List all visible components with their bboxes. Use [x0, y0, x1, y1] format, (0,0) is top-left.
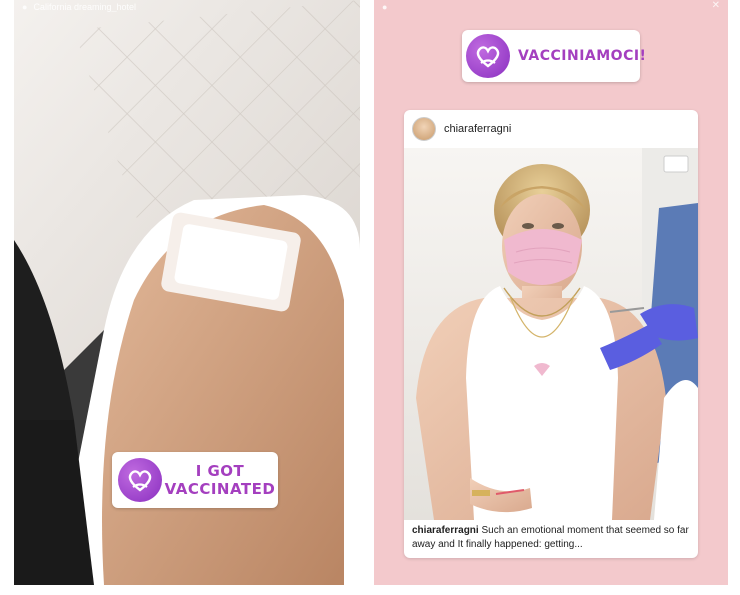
post-photo [404, 148, 698, 520]
vaccination-photo [404, 148, 698, 520]
close-icon[interactable]: ✕ [712, 0, 720, 11]
caption-username[interactable]: chiaraferragni [412, 525, 479, 536]
avatar[interactable]: ● [382, 2, 387, 12]
right-story-panel: ● ✕ VACCINIAMOCI! chiaraferragni chiaraf… [374, 0, 728, 585]
avatar[interactable] [412, 117, 436, 141]
shared-post-card[interactable]: chiaraferragni chiaraferragni Such an em… [404, 110, 698, 558]
post-username[interactable]: chiaraferragni [444, 123, 511, 135]
heart-logo-icon [466, 34, 510, 78]
vaccinated-sticker[interactable]: I GOT VACCINATED [112, 452, 278, 508]
story-top-bar: ● ✕ [374, 0, 728, 14]
heart-logo-icon [118, 458, 162, 502]
sticker-line-1: I GOT [195, 462, 245, 480]
left-story-panel: ● California dreaming_hotel I GOT VACCIN… [14, 0, 360, 585]
post-header: chiaraferragni [404, 110, 698, 148]
vacciniamoci-sticker[interactable]: VACCINIAMOCI! [462, 30, 646, 82]
sticker-line-2: VACCINATED [164, 480, 276, 498]
post-caption: chiaraferragni Such an emotional moment … [412, 524, 692, 552]
sticker-label: VACCINIAMOCI! [518, 48, 647, 64]
location-pin-icon: ● [22, 2, 28, 12]
location-label[interactable]: California dreaming_hotel [33, 2, 136, 12]
story-top-bar: ● California dreaming_hotel [14, 0, 360, 14]
